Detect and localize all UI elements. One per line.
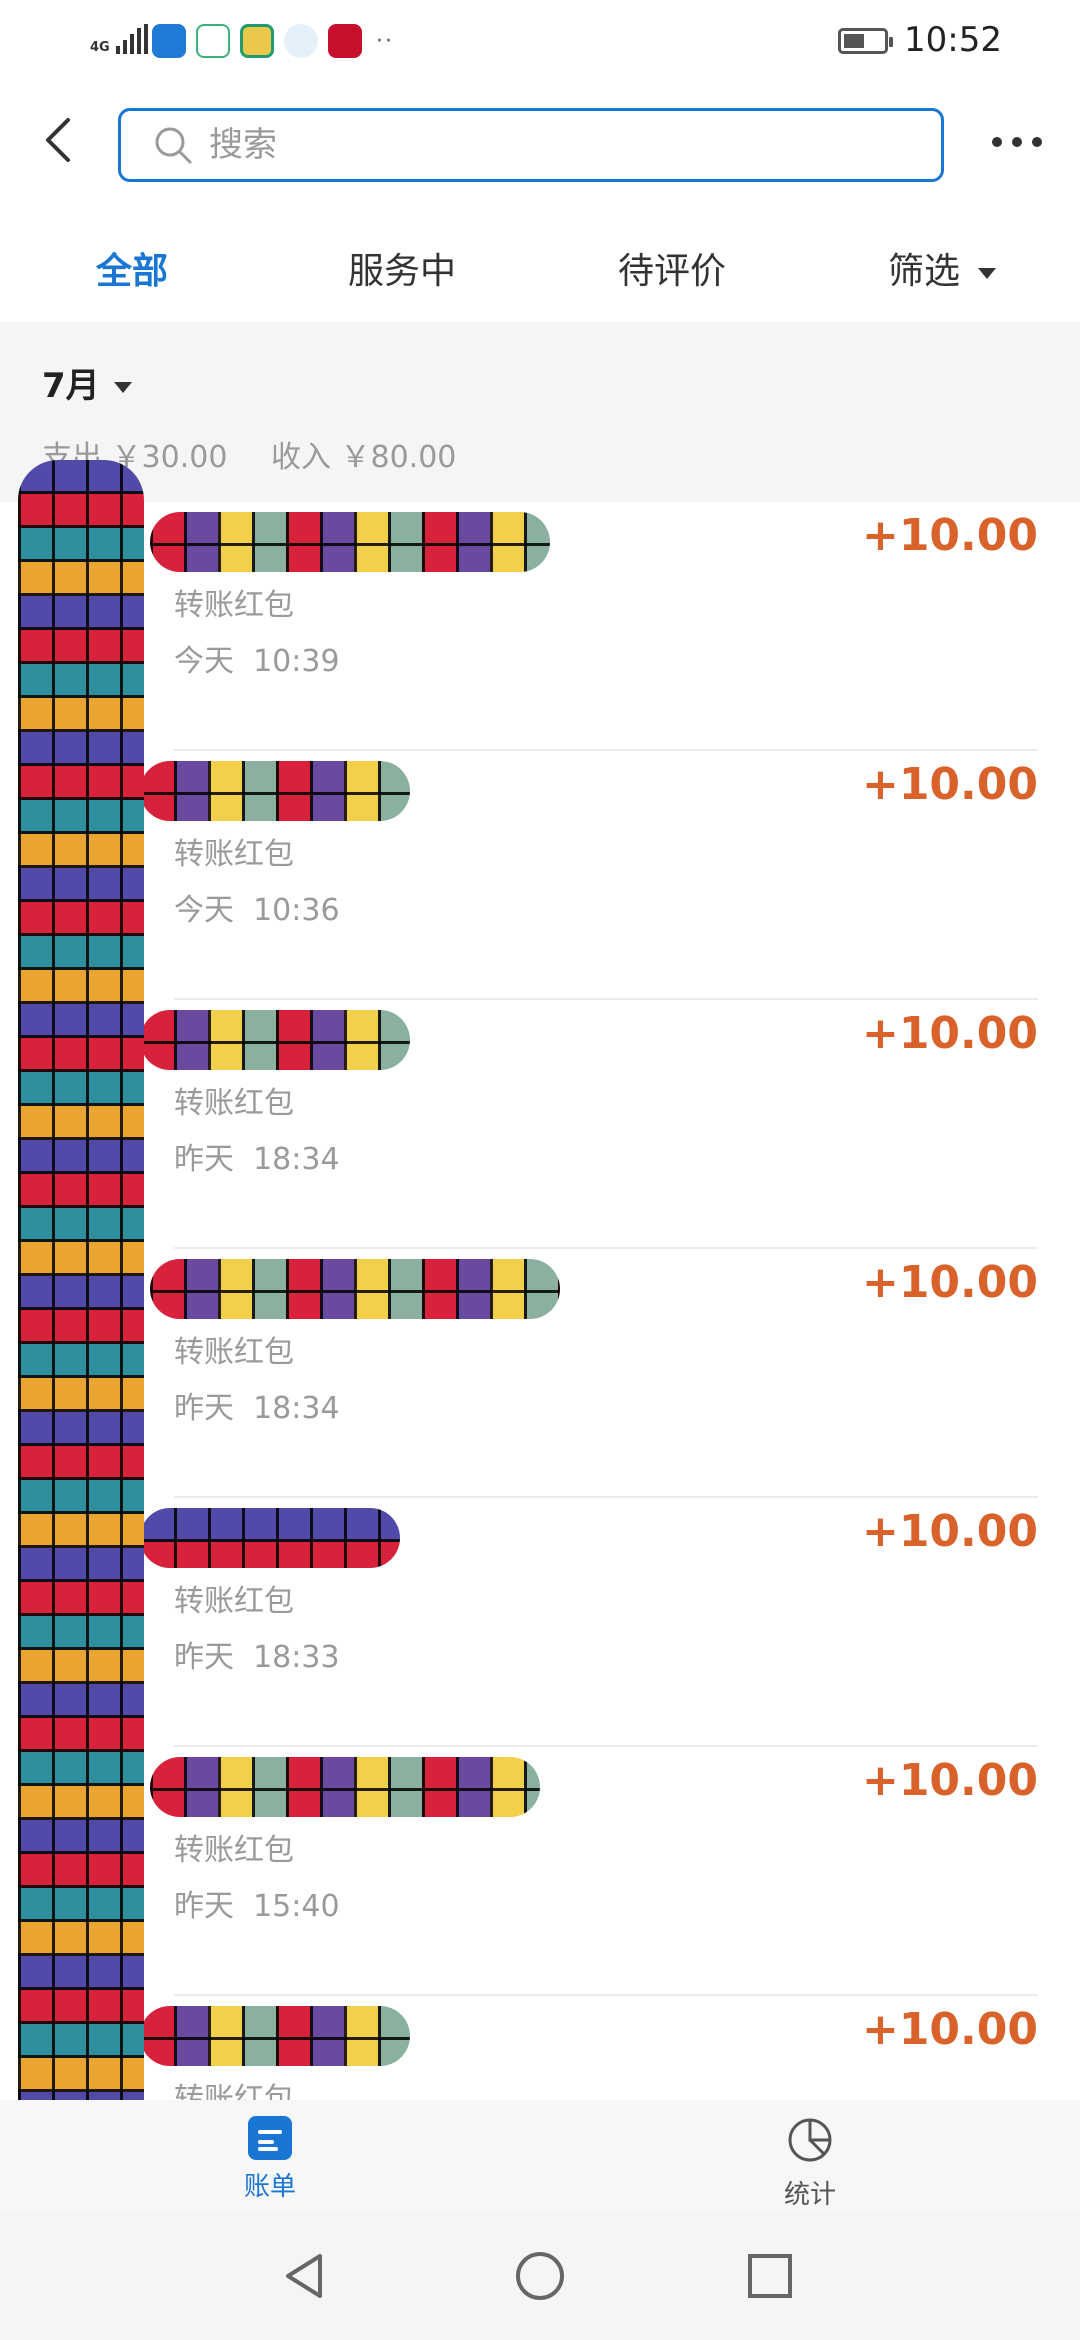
- citic-icon: [328, 24, 362, 58]
- transaction-time: 今天 10:36: [174, 893, 340, 928]
- home-circle-icon[interactable]: [514, 2250, 566, 2302]
- tab-filter[interactable]: 筛选: [888, 242, 997, 294]
- list-item[interactable]: 转账红包 昨天 18:33 +10.00: [0, 1498, 1080, 1747]
- search-input[interactable]: [207, 124, 851, 166]
- caret-down-icon: [978, 267, 997, 279]
- transaction-amount: +10.00: [861, 759, 1038, 810]
- transaction-time: 昨天 18:33: [174, 1640, 340, 1675]
- pie-chart-icon: [788, 2118, 832, 2162]
- network-type-label: 4G: [90, 40, 110, 55]
- more-horizontal-icon[interactable]: [992, 122, 1042, 162]
- tab-filter-label: 筛选: [888, 251, 961, 292]
- list-item[interactable]: 转账红包 昨天 18:34 +10.00: [0, 1249, 1080, 1498]
- month-label: 7月: [42, 366, 100, 406]
- transaction-amount: +10.00: [861, 510, 1038, 561]
- redacted-name: [140, 1508, 400, 1568]
- recents-square-icon[interactable]: [744, 2250, 796, 2302]
- tab-all[interactable]: 全部: [96, 242, 168, 294]
- transaction-type: 转账红包: [174, 1584, 294, 1619]
- transaction-time: 昨天 18:34: [174, 1391, 340, 1426]
- more-notifications-icon: ··: [376, 28, 394, 54]
- nav-stats[interactable]: 统计: [730, 2116, 890, 2211]
- transaction-type: 转账红包: [174, 1086, 294, 1121]
- transaction-time: 昨天 15:40: [174, 1889, 340, 1924]
- bottom-nav: 账单 统计: [0, 2100, 1080, 2212]
- wifi-hotspot-icon: [152, 24, 186, 58]
- caret-down-icon: [113, 382, 132, 393]
- app-icon-green: [196, 24, 230, 58]
- status-bar: 4G ·· 10:52: [0, 0, 1080, 84]
- signal-bars-icon: [115, 24, 148, 54]
- filter-tabs: 全部 服务中 待评价 筛选: [0, 220, 1080, 320]
- tab-to-review[interactable]: 待评价: [618, 242, 726, 294]
- nav-bill[interactable]: 账单: [190, 2116, 350, 2203]
- transaction-type: 转账红包: [174, 588, 294, 623]
- transaction-amount: +10.00: [861, 1755, 1038, 1806]
- list-item[interactable]: 转账红包 昨天 15:40 +10.00: [0, 1747, 1080, 1996]
- nav-bill-label: 账单: [243, 2172, 296, 2202]
- list-item[interactable]: 转账红包 今天 10:39 +10.00: [0, 502, 1080, 751]
- search-icon: [155, 127, 192, 164]
- transaction-amount: +10.00: [861, 2004, 1038, 2055]
- top-app-bar: [0, 90, 1080, 200]
- browser-icon: [284, 24, 318, 58]
- transaction-amount: +10.00: [861, 1008, 1038, 1059]
- transaction-amount: +10.00: [861, 1506, 1038, 1557]
- transaction-list: 转账红包 今天 10:39 +10.00 转账红包 今天 10:36 +10.0…: [0, 502, 1080, 2245]
- redacted-name: [140, 2006, 410, 2066]
- transaction-amount: +10.00: [861, 1257, 1038, 1308]
- chevron-left-icon[interactable]: [30, 110, 90, 170]
- xianyu-icon: [240, 24, 274, 58]
- tab-in-service[interactable]: 服务中: [348, 242, 456, 294]
- income-total: 收入 ￥80.00: [270, 440, 457, 475]
- notification-icons: ··: [152, 24, 394, 58]
- transaction-type: 转账红包: [174, 837, 294, 872]
- transaction-type: 转账红包: [174, 1335, 294, 1370]
- transaction-time: 今天 10:39: [174, 644, 340, 679]
- redacted-avatars: [18, 460, 144, 2140]
- list-item[interactable]: 转账红包 昨天 18:34 +10.00: [0, 1000, 1080, 1249]
- nav-stats-label: 统计: [783, 2180, 836, 2210]
- month-summary: 7月 支出 ￥30.00 收入 ￥80.00: [0, 322, 1080, 502]
- status-time: 10:52: [904, 20, 1002, 60]
- redacted-name: [150, 1259, 560, 1319]
- system-nav-bar: [0, 2212, 1080, 2340]
- signal-indicator: 4G: [90, 24, 148, 54]
- transaction-time: 昨天 18:34: [174, 1142, 340, 1177]
- bill-icon: [248, 2116, 292, 2160]
- month-selector[interactable]: 7月: [42, 358, 132, 407]
- redacted-name: [140, 761, 410, 821]
- transaction-type: 转账红包: [174, 1833, 294, 1868]
- redacted-name: [150, 1757, 540, 1817]
- search-box[interactable]: [118, 108, 944, 182]
- redacted-name: [150, 512, 550, 572]
- battery-charging-icon: [838, 28, 893, 54]
- back-triangle-icon[interactable]: [280, 2250, 332, 2302]
- list-item[interactable]: 转账红包 今天 10:36 +10.00: [0, 751, 1080, 1000]
- redacted-name: [140, 1010, 410, 1070]
